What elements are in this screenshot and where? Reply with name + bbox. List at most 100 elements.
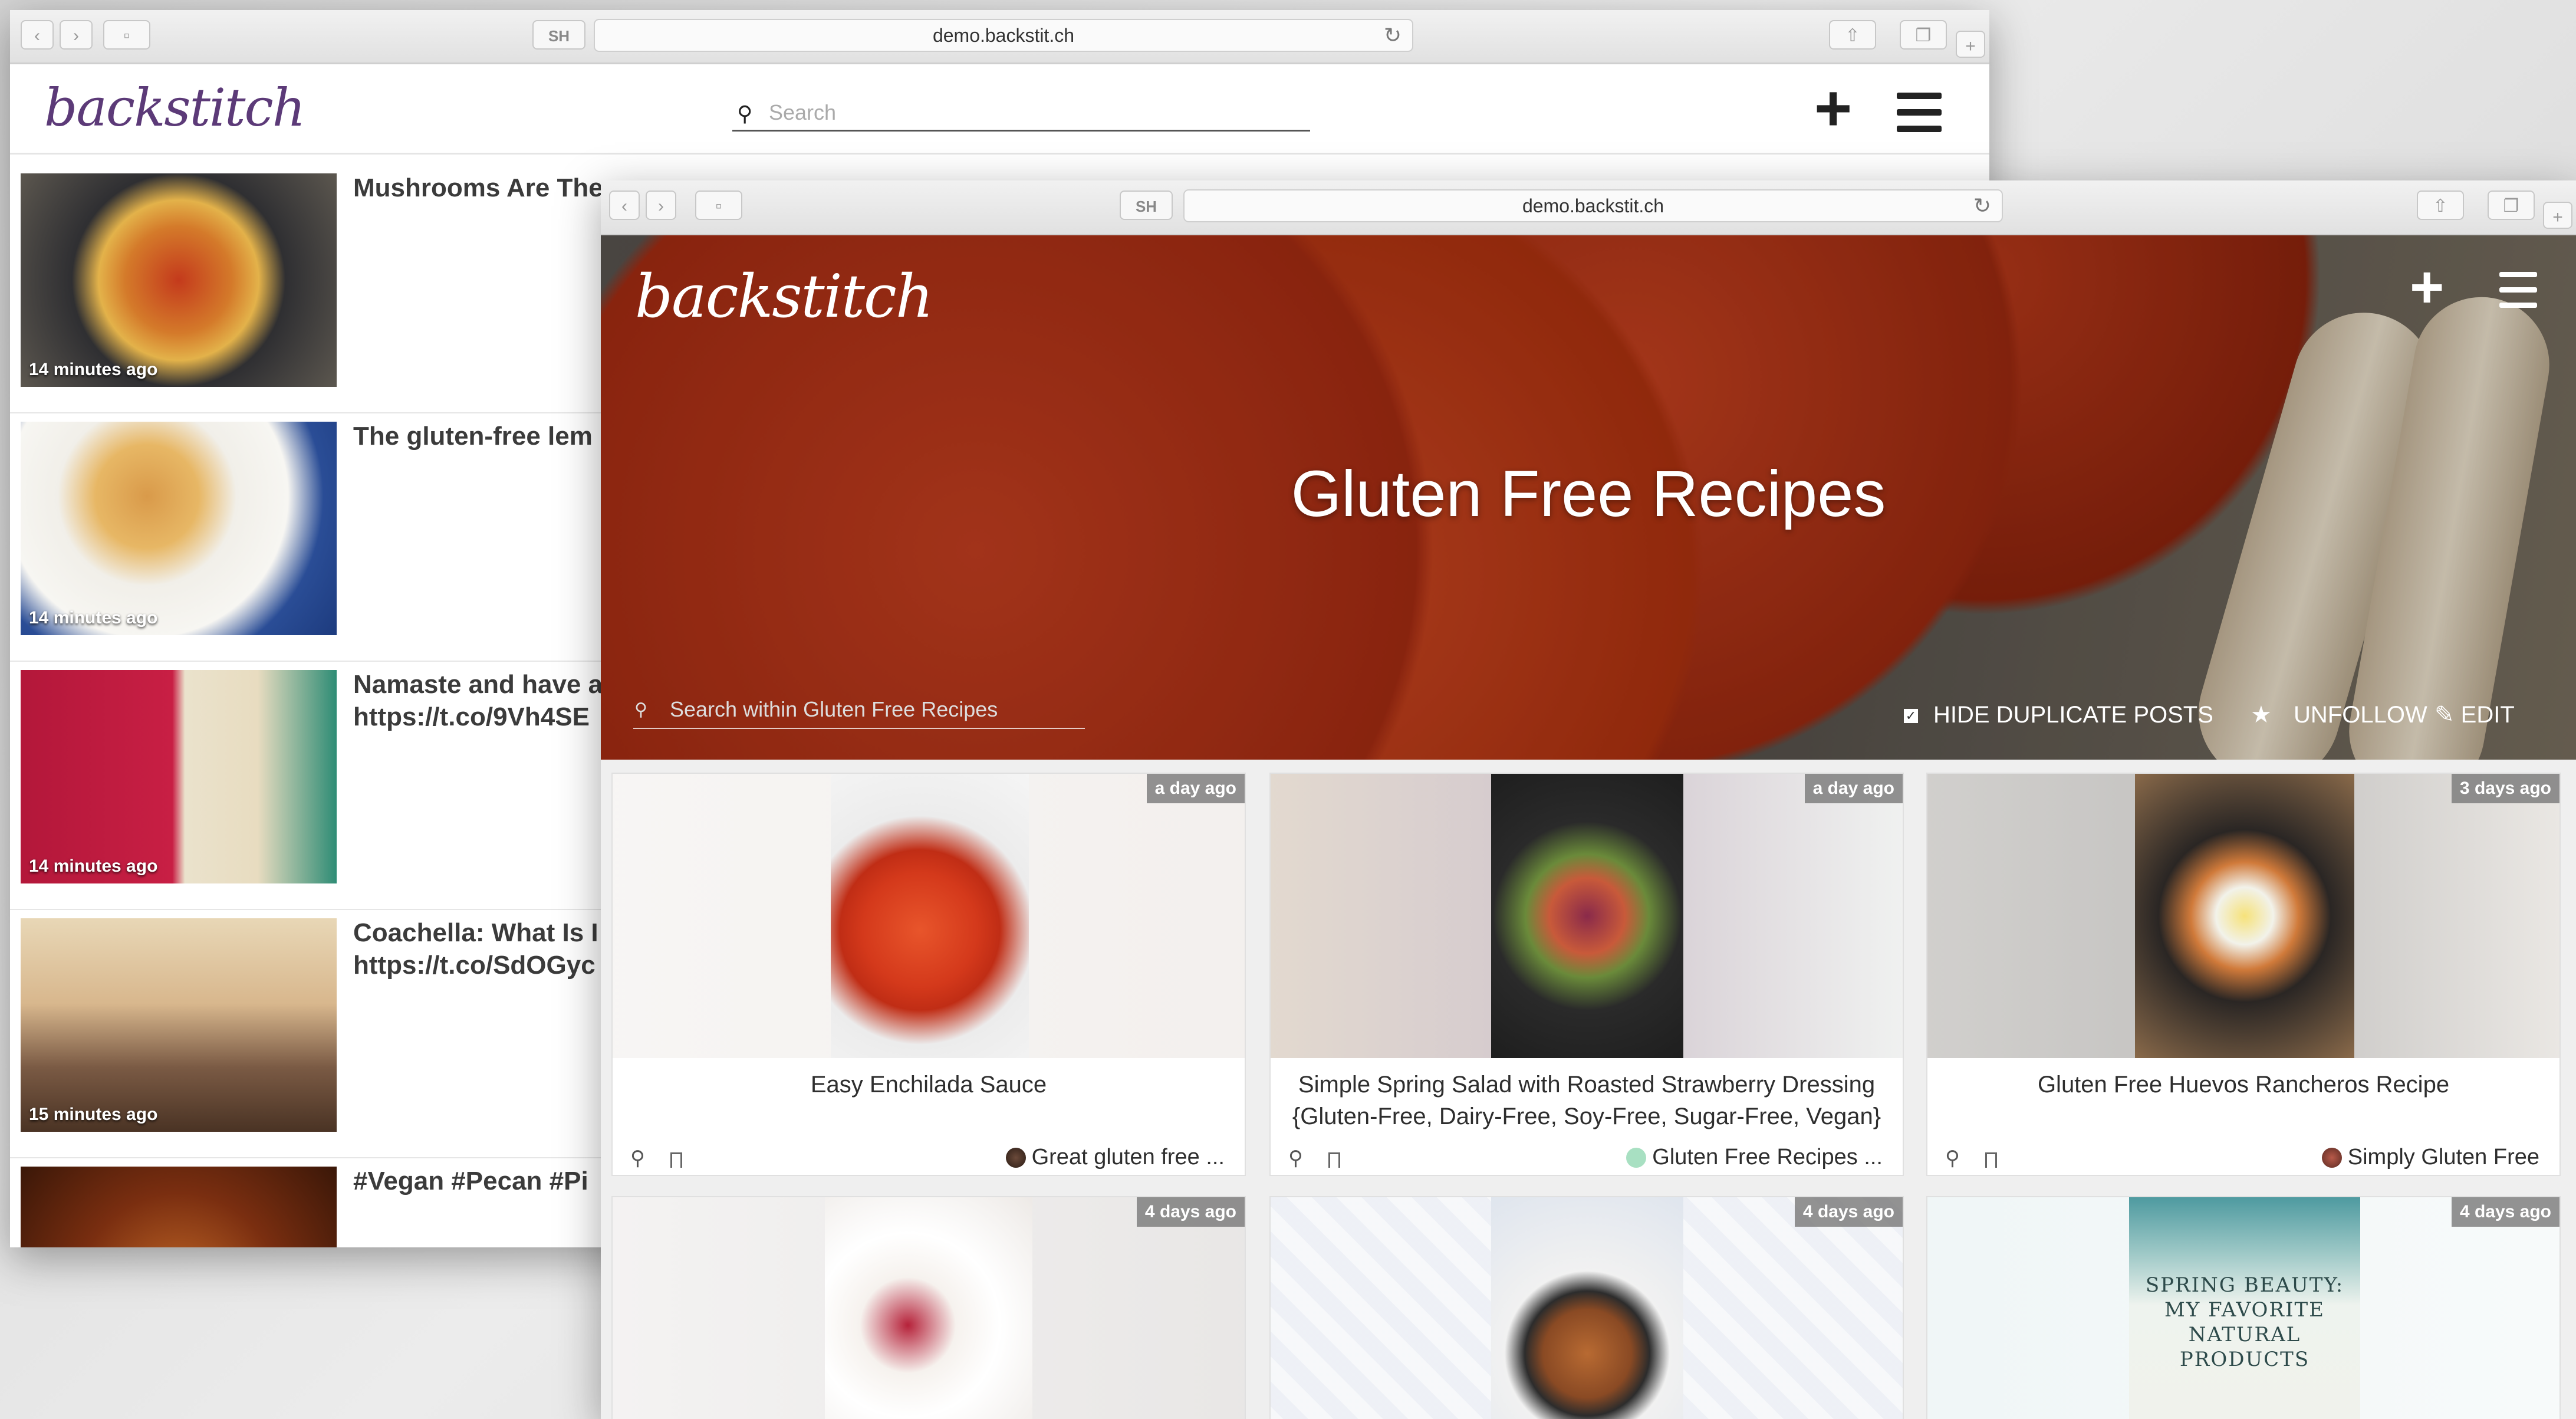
card-photo — [2135, 774, 2354, 1058]
time-badge: 4 days ago — [1136, 1197, 1245, 1227]
sh-label: SH — [548, 27, 570, 45]
card-photo — [1491, 774, 1683, 1058]
url-text: demo.backstit.ch — [1522, 195, 1664, 216]
card-footer: ⚲ Gluten Free Recipes ... — [1271, 1139, 1903, 1175]
address-bar[interactable]: demo.backstit.ch ↻ — [594, 19, 1413, 52]
new-tab-icon[interactable]: + — [1956, 31, 1985, 58]
pencil-icon: ✎ — [2434, 702, 2455, 728]
collection-search-input[interactable] — [669, 696, 1084, 723]
collection-actions: ✓ HIDE DUPLICATE POSTS ★ UNFOLLOW — [1904, 701, 2458, 728]
source-name: Simply Gluten Free — [2347, 1145, 2539, 1170]
backstitch-logo[interactable]: backstitch — [635, 262, 933, 331]
backstitch-logo[interactable]: backstitch — [44, 77, 305, 138]
feed-thumbnail[interactable]: 15 minutes ago — [21, 918, 337, 1132]
reload-icon[interactable]: ↻ — [1384, 20, 1401, 51]
source-link[interactable]: Simply Gluten Free — [2321, 1145, 2539, 1170]
feed-thumbnail[interactable]: 14 minutes ago — [21, 670, 337, 883]
hamburger-menu-icon[interactable] — [2499, 272, 2537, 310]
tabs-icon[interactable]: ❐ — [2488, 190, 2535, 220]
zoom-icon[interactable]: ⚲ — [1288, 1147, 1303, 1170]
hero-banner: backstitch + Gluten Free Recipes ⚲ ✓ HIDE… — [601, 235, 2576, 760]
zoom-icon[interactable]: ⚲ — [630, 1147, 645, 1170]
card-image[interactable]: 4 days ago — [613, 1197, 1245, 1419]
checkbox-checked-icon[interactable]: ✓ — [1904, 709, 1918, 724]
new-tab-icon[interactable]: + — [2543, 202, 2572, 229]
sh-extension-button[interactable]: SH — [532, 20, 585, 50]
time-badge: a day ago — [1146, 774, 1245, 803]
feed-thumbnail[interactable]: 14 minutes ago — [21, 422, 337, 635]
edit-label: EDIT — [2460, 702, 2515, 728]
search-icon: ⚲ — [634, 700, 647, 720]
page-title: Gluten Free Recipes — [1291, 458, 1886, 530]
add-icon[interactable]: + — [2410, 258, 2444, 317]
tabs-icon[interactable]: ❐ — [1900, 20, 1947, 50]
card-footer: ⚲ Simply Gluten Free — [1927, 1139, 2559, 1175]
browser-toolbar: ‹ › ▫ SH demo.backstit.ch ↻ ⇧ ❐ + — [601, 180, 2576, 236]
recipe-card[interactable]: 3 days ago Gluten Free Huevos Rancheros … — [1926, 773, 2561, 1176]
timestamp: 14 minutes ago — [29, 360, 158, 379]
card-image[interactable]: a day ago — [613, 774, 1245, 1058]
sidebar-toggle-icon[interactable]: ▫ — [695, 190, 742, 220]
source-avatar — [1626, 1148, 1647, 1168]
hamburger-menu-icon[interactable] — [1897, 93, 1942, 132]
source-name: Great gluten free ... — [1031, 1145, 1225, 1170]
unfollow-button[interactable]: ★ UNFOLLOW — [2251, 702, 2443, 728]
source-link[interactable]: Gluten Free Recipes ... — [1626, 1145, 1883, 1170]
recipe-card[interactable]: SPRING BEAUTY: MY FAVORITE NATURAL PRODU… — [1926, 1196, 2561, 1419]
bookmark-icon[interactable] — [1985, 1152, 1997, 1168]
source-avatar — [2321, 1148, 2342, 1168]
recipe-card[interactable]: a day ago Simple Spring Salad with Roast… — [1269, 773, 1904, 1176]
browser-toolbar: ‹ › ▫ SH demo.backstit.ch ↻ ⇧ ❐ + — [10, 10, 1989, 64]
search-input[interactable] — [768, 99, 1289, 126]
site-header: backstitch ⚲ + — [10, 64, 1989, 155]
browser-window-front: ‹ › ▫ SH demo.backstit.ch ↻ ⇧ ❐ + backst… — [601, 180, 2576, 1419]
bookmark-icon[interactable] — [1328, 1152, 1340, 1168]
url-text: demo.backstit.ch — [932, 25, 1075, 46]
card-title[interactable]: Gluten Free Huevos Rancheros Recipe — [1939, 1069, 2548, 1101]
card-photo — [831, 774, 1029, 1058]
zoom-icon[interactable]: ⚲ — [1945, 1147, 1960, 1170]
share-icon[interactable]: ⇧ — [1829, 20, 1876, 50]
recipe-card[interactable]: a day ago Easy Enchilada Sauce ⚲ Great g… — [611, 773, 1246, 1176]
hide-duplicates-toggle[interactable]: ✓ HIDE DUPLICATE POSTS — [1904, 702, 2229, 728]
back-nav-icon[interactable]: ‹ — [609, 190, 640, 220]
feed-thumbnail[interactable] — [21, 1167, 337, 1247]
sidebar-toggle-icon[interactable]: ▫ — [103, 20, 150, 50]
time-badge: a day ago — [1804, 774, 1903, 803]
search-box: ⚲ — [732, 97, 1310, 132]
card-image[interactable]: 3 days ago — [1927, 774, 2559, 1058]
address-bar[interactable]: demo.backstit.ch ↻ — [1183, 189, 2003, 222]
bookmark-icon[interactable] — [670, 1152, 682, 1168]
card-image-text: SPRING BEAUTY: MY FAVORITE NATURAL PRODU… — [2145, 1273, 2344, 1371]
timestamp: 15 minutes ago — [29, 1105, 158, 1124]
card-image[interactable]: SPRING BEAUTY: MY FAVORITE NATURAL PRODU… — [1927, 1197, 2559, 1419]
time-badge: 4 days ago — [2451, 1197, 2559, 1227]
source-name: Gluten Free Recipes ... — [1652, 1145, 1883, 1170]
card-title[interactable]: Simple Spring Salad with Roasted Strawbe… — [1282, 1069, 1891, 1132]
card-photo — [1491, 1197, 1683, 1419]
forward-nav-icon[interactable]: › — [60, 20, 93, 50]
card-image[interactable]: 4 days ago — [1271, 1197, 1903, 1419]
card-image[interactable]: a day ago — [1271, 774, 1903, 1058]
star-icon: ★ — [2251, 702, 2272, 728]
recipe-card[interactable]: 4 days ago — [611, 1196, 1246, 1419]
source-avatar — [1005, 1148, 1026, 1168]
timestamp: 14 minutes ago — [29, 856, 158, 876]
time-badge: 4 days ago — [1794, 1197, 1903, 1227]
edit-button[interactable]: ✎ EDIT — [2434, 701, 2515, 728]
card-title[interactable]: Easy Enchilada Sauce — [624, 1069, 1233, 1101]
sh-extension-button[interactable]: SH — [1120, 190, 1173, 220]
reload-icon[interactable]: ↻ — [1973, 190, 1991, 221]
sh-label: SH — [1135, 198, 1157, 215]
collection-search-box: ⚲ — [633, 692, 1085, 729]
unfollow-label: UNFOLLOW — [2294, 702, 2427, 728]
recipe-card[interactable]: 4 days ago — [1269, 1196, 1904, 1419]
share-icon[interactable]: ⇧ — [2417, 190, 2464, 220]
feed-thumbnail[interactable]: 14 minutes ago — [21, 173, 337, 387]
recipe-grid: a day ago Easy Enchilada Sauce ⚲ Great g… — [601, 760, 2576, 1419]
card-footer: ⚲ Great gluten free ... — [613, 1139, 1245, 1175]
add-icon[interactable]: + — [1814, 76, 1852, 141]
forward-nav-icon[interactable]: › — [646, 190, 676, 220]
source-link[interactable]: Great gluten free ... — [1005, 1145, 1225, 1170]
back-nav-icon[interactable]: ‹ — [21, 20, 54, 50]
